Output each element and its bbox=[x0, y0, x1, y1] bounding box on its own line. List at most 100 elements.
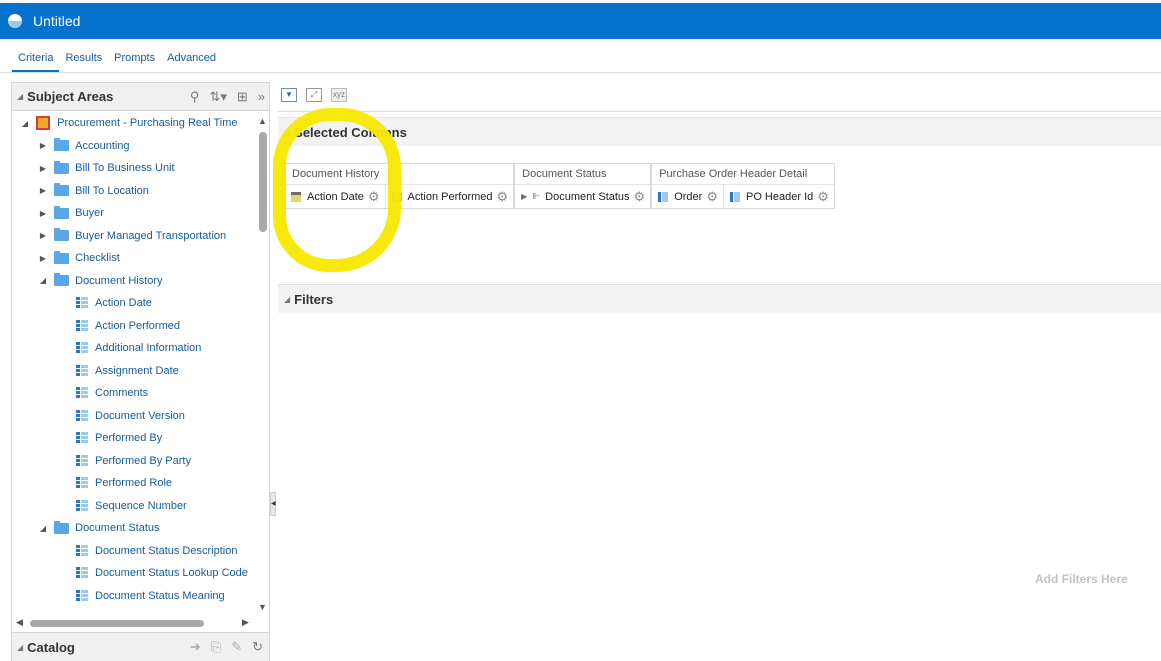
panel-splitter[interactable]: ◀ bbox=[270, 492, 276, 516]
refresh-icon[interactable]: ↻ bbox=[252, 639, 263, 655]
expand-triangle-icon[interactable]: ▶ bbox=[38, 141, 48, 150]
column-chip[interactable]: Order ⚙ bbox=[652, 185, 724, 208]
tree-root-node[interactable]: ◢ Procurement - Purchasing Real Time bbox=[12, 112, 257, 135]
column-chip[interactable]: PO Header Id ⚙ bbox=[724, 185, 834, 208]
filters-header[interactable]: ◢ Filters bbox=[278, 284, 1161, 313]
tree-node-label: Assignment Date bbox=[95, 364, 179, 377]
tree-node-label: Document Status Meaning bbox=[95, 589, 225, 602]
tree-node-label: Buyer bbox=[75, 207, 104, 220]
scroll-right-icon[interactable]: ▶ bbox=[242, 617, 249, 628]
tree-node-label: Action Performed bbox=[95, 319, 180, 332]
tab-results[interactable]: Results bbox=[59, 48, 108, 73]
folder-icon bbox=[54, 228, 70, 242]
tab-criteria[interactable]: Criteria bbox=[12, 48, 60, 73]
collapse-triangle-icon[interactable]: ◢ bbox=[17, 643, 23, 652]
tree-folder-bill-to-location[interactable]: ▶ Bill To Location bbox=[12, 180, 257, 203]
tree-folder-bill-to-business-unit[interactable]: ▶ Bill To Business Unit bbox=[12, 157, 257, 180]
column-icon bbox=[76, 297, 88, 310]
sql-icon[interactable]: xyz bbox=[331, 88, 347, 102]
tree-folder-document-status[interactable]: ◢ Document Status bbox=[12, 517, 257, 540]
tree-folder-document-history[interactable]: ◢ Document History bbox=[12, 270, 257, 293]
scroll-thumb[interactable] bbox=[30, 620, 204, 627]
tree-column-item[interactable]: Action Performed bbox=[12, 315, 257, 338]
expand-triangle-icon[interactable]: ▶ bbox=[38, 164, 48, 173]
scroll-down-icon[interactable]: ▼ bbox=[258, 602, 267, 612]
tree-folder-buyer[interactable]: ▶ Buyer bbox=[12, 202, 257, 225]
tree-folder-accounting[interactable]: ▶ Accounting bbox=[12, 135, 257, 158]
copy-icon[interactable]: ⎘ bbox=[211, 639, 221, 655]
expand-chevrons-icon[interactable]: » bbox=[258, 89, 265, 104]
filter-icon[interactable]: ▼ bbox=[281, 88, 297, 102]
tree-column-item[interactable]: Action Date bbox=[12, 292, 257, 315]
column-icon bbox=[76, 432, 88, 445]
collapse-triangle-icon[interactable]: ◢ bbox=[38, 524, 48, 533]
tree-column-item[interactable]: Document Status Description bbox=[12, 540, 257, 563]
gear-icon[interactable]: ⚙ bbox=[497, 189, 509, 205]
tree-horizontal-scrollbar[interactable]: ◀ ▶ bbox=[12, 616, 257, 630]
title-bar: Untitled bbox=[0, 3, 1161, 39]
tab-advanced[interactable]: Advanced bbox=[161, 48, 222, 73]
folder-icon bbox=[54, 160, 70, 174]
tree-column-item[interactable]: Document Status Lookup Code bbox=[12, 562, 257, 585]
expand-triangle-icon[interactable]: ▶ bbox=[521, 192, 527, 201]
column-chip[interactable]: ▶ ⊩ Document Status ⚙ bbox=[515, 185, 650, 208]
tree-node-label: Document Version bbox=[95, 409, 185, 422]
yellow-highlight-annotation bbox=[273, 108, 401, 272]
tree-node-label: Document Status Lookup Code bbox=[95, 567, 248, 580]
scroll-up-icon[interactable]: ▲ bbox=[258, 116, 267, 126]
tree-column-item[interactable]: Additional Information bbox=[12, 337, 257, 360]
criteria-toolbar: ▼ ⤢ xyz bbox=[281, 88, 347, 102]
scroll-left-icon[interactable]: ◀ bbox=[16, 617, 23, 628]
collapse-triangle-icon[interactable]: ◢ bbox=[284, 295, 290, 304]
tree-node-label: Action Date bbox=[95, 297, 152, 310]
expand-triangle-icon[interactable]: ▶ bbox=[38, 186, 48, 195]
tree-vertical-scrollbar[interactable]: ▲ ▼ bbox=[257, 114, 269, 614]
tree-node-label: Performed By Party bbox=[95, 454, 191, 467]
catalog-header[interactable]: ◢ Catalog ➜ ⎘ ✎ ↻ bbox=[12, 632, 269, 661]
tree-column-item[interactable]: Performed By Party bbox=[12, 450, 257, 473]
scroll-thumb[interactable] bbox=[259, 132, 267, 232]
column-group: Document Status ▶ ⊩ Document Status ⚙ bbox=[514, 163, 652, 209]
tree-node-label: Sequence Number bbox=[95, 499, 187, 512]
subject-areas-header[interactable]: ◢ Subject Areas ⚲ ⇅▾ ⊞ » bbox=[12, 83, 269, 111]
column-icon bbox=[76, 454, 88, 467]
collapse-triangle-icon[interactable]: ◢ bbox=[17, 92, 23, 101]
column-icon bbox=[76, 567, 88, 580]
tree-column-item[interactable]: Sequence Number bbox=[12, 495, 257, 518]
tab-prompts[interactable]: Prompts bbox=[108, 48, 161, 73]
edit-pencil-icon[interactable]: ✎ bbox=[231, 639, 242, 655]
expand-triangle-icon[interactable]: ▶ bbox=[38, 209, 48, 218]
expand-triangle-icon[interactable]: ▶ bbox=[38, 231, 48, 240]
search-icon[interactable]: ⚲ bbox=[190, 89, 200, 105]
tree-column-item[interactable]: Document Status Meaning bbox=[12, 585, 257, 608]
edit-formula-icon[interactable]: ⤢ bbox=[306, 88, 322, 102]
tree-folder-buyer-managed-transportation[interactable]: ▶ Buyer Managed Transportation bbox=[12, 225, 257, 248]
gear-icon[interactable]: ⚙ bbox=[634, 189, 646, 205]
tree-column-item[interactable]: Performed Role bbox=[12, 472, 257, 495]
tree-node-label: Performed By bbox=[95, 432, 163, 445]
collapse-triangle-icon[interactable]: ◢ bbox=[20, 119, 30, 128]
tree-column-item[interactable]: Assignment Date bbox=[12, 360, 257, 383]
gear-icon[interactable]: ⚙ bbox=[817, 189, 829, 205]
tree-folder-checklist[interactable]: ▶ Checklist bbox=[12, 247, 257, 270]
arrow-right-icon[interactable]: ➜ bbox=[190, 639, 201, 655]
collapse-triangle-icon[interactable]: ◢ bbox=[38, 276, 48, 285]
tree-column-item[interactable]: Comments bbox=[12, 382, 257, 405]
column-icon bbox=[658, 191, 669, 202]
tree-column-item[interactable]: Document Version bbox=[12, 405, 257, 428]
subject-areas-panel: ◢ Subject Areas ⚲ ⇅▾ ⊞ » ◢ Procurement -… bbox=[11, 82, 270, 661]
sort-icon[interactable]: ⇅▾ bbox=[209, 89, 226, 105]
tree-node-label: Procurement - Purchasing Real Time bbox=[57, 117, 238, 130]
app-logo-icon bbox=[8, 14, 22, 28]
column-chip[interactable]: Action Performed ⚙ bbox=[386, 185, 514, 208]
add-filters-placeholder: Add Filters Here bbox=[1035, 572, 1128, 586]
gear-icon[interactable]: ⚙ bbox=[706, 189, 718, 205]
tree-column-item[interactable]: Performed By bbox=[12, 427, 257, 450]
selected-columns-header[interactable]: ◢ Selected Columns bbox=[278, 117, 1161, 146]
tree-node-label: Buyer Managed Transportation bbox=[75, 229, 227, 242]
filters-title: Filters bbox=[294, 291, 334, 307]
add-subject-area-icon[interactable]: ⊞ bbox=[237, 89, 248, 105]
folder-icon bbox=[54, 205, 70, 219]
expand-triangle-icon[interactable]: ▶ bbox=[38, 254, 48, 263]
column-chip-label: Action Performed bbox=[407, 190, 493, 203]
